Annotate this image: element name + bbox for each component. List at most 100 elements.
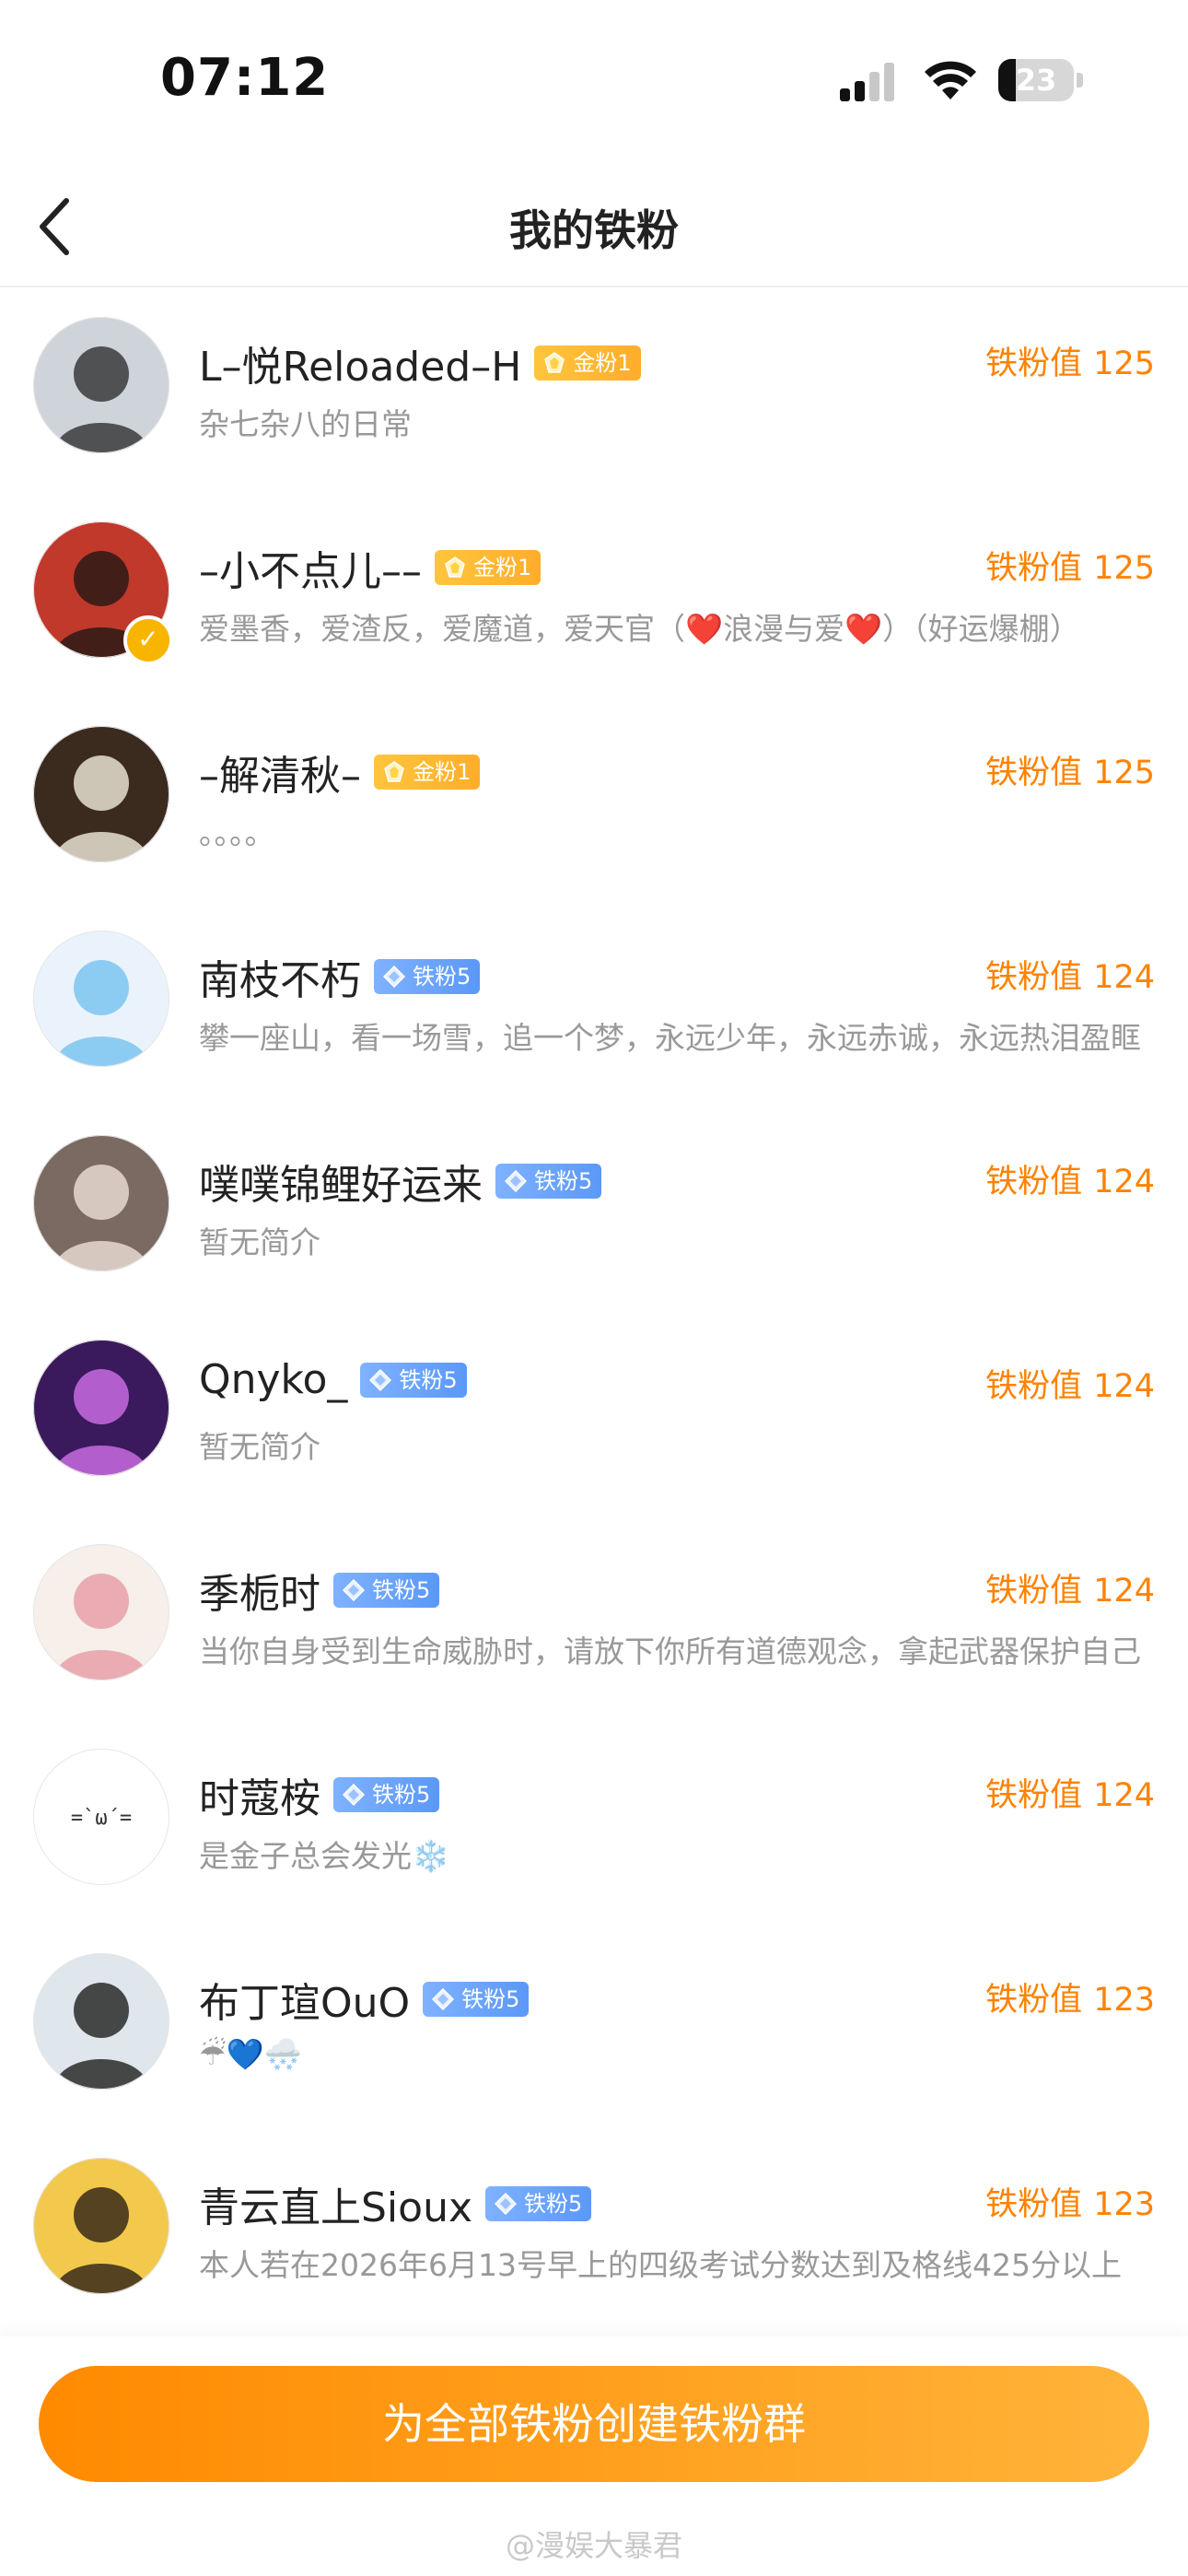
user-bio: 杂七杂八的日常 bbox=[199, 406, 412, 442]
fan-badge-label: 铁粉5 bbox=[534, 1168, 593, 1194]
fan-value: 铁粉值 125 bbox=[985, 542, 1155, 589]
iron-fan-badge: 铁粉5 bbox=[485, 2186, 592, 2221]
user-bio: 当你自身受到生命威胁时，请放下你所有道德观念，拿起武器保护自己 bbox=[199, 1633, 1141, 1669]
fan-badge-label: 铁粉5 bbox=[372, 1782, 431, 1808]
fan-value-number: 123 bbox=[1093, 2186, 1155, 2223]
fan-value-number: 125 bbox=[1093, 550, 1155, 587]
fan-list: L–悦Reloaded–H 金粉1 杂七杂八的日常 铁粉值 125 ✓ –小不点儿–– 金粉1… bbox=[0, 287, 1188, 2333]
fan-value-label: 铁粉值 bbox=[985, 755, 1083, 791]
diamond-icon bbox=[432, 1988, 455, 2010]
wifi-icon bbox=[924, 57, 977, 101]
fan-value-number: 124 bbox=[1093, 1368, 1155, 1405]
fan-badge-label: 铁粉5 bbox=[461, 1986, 520, 2012]
diamond-icon bbox=[343, 1784, 365, 1806]
fan-value-number: 124 bbox=[1093, 1164, 1155, 1200]
fan-value-label: 铁粉值 bbox=[985, 1982, 1083, 2019]
gold-fan-badge: 金粉1 bbox=[374, 755, 481, 790]
fan-list-item[interactable]: L–悦Reloaded–H 金粉1 杂七杂八的日常 铁粉值 125 bbox=[0, 287, 1188, 492]
iron-fan-badge: 铁粉5 bbox=[360, 1362, 467, 1398]
user-bio: ☔💙🌨️ bbox=[199, 2036, 302, 2072]
user-name: –解清秋– bbox=[199, 753, 361, 800]
user-name: L–悦Reloaded–H bbox=[199, 344, 522, 391]
fan-value-number: 123 bbox=[1093, 1982, 1155, 2019]
user-name-row: Qnyko_ 铁粉5 bbox=[199, 1356, 467, 1403]
user-bio: 暂无简介 bbox=[199, 1429, 320, 1465]
iron-fan-badge: 铁粉5 bbox=[374, 959, 481, 994]
fan-value: 铁粉值 123 bbox=[985, 1973, 1155, 2020]
fan-value: 铁粉值 124 bbox=[985, 1564, 1155, 1611]
user-bio: 是金子总会发光❄️ bbox=[199, 1838, 450, 1874]
create-fan-group-button[interactable]: 为全部铁粉创建铁粉群 bbox=[39, 2366, 1149, 2482]
iron-fan-badge: 铁粉5 bbox=[333, 1777, 440, 1812]
fan-value: 铁粉值 124 bbox=[985, 1360, 1155, 1407]
watermark: @漫娱大暴君 bbox=[505, 2528, 682, 2563]
fan-badge-label: 铁粉5 bbox=[413, 964, 472, 989]
iron-fan-badge: 铁粉5 bbox=[495, 1164, 602, 1199]
user-bio: 暂无简介 bbox=[199, 1224, 320, 1260]
fan-value: 铁粉值 124 bbox=[985, 1769, 1155, 1816]
user-name: 季栀时 bbox=[199, 1571, 320, 1618]
fan-badge-label: 铁粉5 bbox=[399, 1366, 458, 1393]
fan-list-item[interactable]: ✓ –小不点儿–– 金粉1 爱墨香，爱渣反，爱魔道，爱天官（❤️浪漫与爱❤️）（好运爆… bbox=[0, 492, 1188, 697]
fan-badge-label: 金粉1 bbox=[473, 555, 532, 580]
fan-value-label: 铁粉值 bbox=[985, 1368, 1083, 1405]
fan-value: 铁粉值 124 bbox=[985, 951, 1155, 998]
user-bio: 本人若在2026年6月13号早上的四级考试分数达到及格线425分以上 bbox=[199, 2247, 1122, 2283]
gold-fan-badge: 金粉1 bbox=[435, 550, 542, 585]
user-name: 南枝不朽 bbox=[199, 957, 361, 1004]
fan-value-number: 125 bbox=[1093, 345, 1155, 382]
fan-value: 铁粉值 125 bbox=[985, 746, 1155, 793]
status-time: 07:12 bbox=[160, 48, 330, 108]
verified-badge-icon: ✓ bbox=[123, 615, 173, 665]
fan-list-item[interactable]: –解清秋– 金粉1 。。。。 铁粉值 125 bbox=[0, 697, 1188, 901]
fan-list-item[interactable]: 南枝不朽 铁粉5 攀一座山，看一场雪，追一个梦，永远少年，永远赤诚，永远热泪盈眶 铁粉… bbox=[0, 901, 1188, 1106]
user-name: 布丁瑄OuO bbox=[199, 1980, 411, 2027]
fan-value-number: 124 bbox=[1093, 1573, 1155, 1610]
fan-value-label: 铁粉值 bbox=[985, 1777, 1083, 1814]
user-name-row: 噗噗锦鲤好运来 铁粉5 bbox=[199, 1152, 602, 1211]
fan-list-item[interactable]: =`ω´= 时蔻桉 铁粉5 是金子总会发光❄️ 铁粉值 124 bbox=[0, 1719, 1188, 1924]
fan-value-label: 铁粉值 bbox=[985, 1573, 1083, 1610]
diamond-icon bbox=[343, 1579, 365, 1601]
user-name-row: 青云直上Sioux 铁粉5 bbox=[199, 2174, 592, 2233]
gold-gem-icon bbox=[445, 556, 465, 578]
user-name-row: –小不点儿–– 金粉1 bbox=[199, 538, 542, 597]
diamond-icon bbox=[383, 966, 405, 988]
fan-value-label: 铁粉值 bbox=[985, 959, 1083, 996]
fan-value-number: 124 bbox=[1093, 1777, 1155, 1814]
iron-fan-badge: 铁粉5 bbox=[423, 1982, 530, 2017]
fan-value: 铁粉值 124 bbox=[985, 1155, 1155, 1202]
fan-value-label: 铁粉值 bbox=[985, 550, 1083, 587]
battery-percent: 23 bbox=[1015, 63, 1057, 98]
fan-value-label: 铁粉值 bbox=[985, 1164, 1083, 1200]
page-title: 我的铁粉 bbox=[509, 205, 679, 255]
fan-value-number: 125 bbox=[1093, 755, 1155, 791]
gold-gem-icon bbox=[384, 761, 404, 782]
user-name: –小不点儿–– bbox=[199, 548, 422, 595]
fan-list-item[interactable]: 噗噗锦鲤好运来 铁粉5 暂无简介 铁粉值 124 bbox=[0, 1106, 1188, 1310]
fan-value-label: 铁粉值 bbox=[985, 2186, 1083, 2223]
iron-fan-badge: 铁粉5 bbox=[333, 1573, 440, 1608]
fan-list-item[interactable]: 布丁瑄OuO 铁粉5 ☔💙🌨️ 铁粉值 123 bbox=[0, 1924, 1188, 2128]
user-name: Qnyko_ bbox=[199, 1356, 348, 1403]
gold-fan-badge: 金粉1 bbox=[534, 345, 641, 381]
user-name-row: 南枝不朽 铁粉5 bbox=[199, 947, 481, 1006]
user-name-row: 季栀时 铁粉5 bbox=[199, 1561, 440, 1620]
fan-value: 铁粉值 125 bbox=[985, 337, 1155, 384]
diamond-icon bbox=[505, 1170, 527, 1192]
fan-value: 铁粉值 123 bbox=[985, 2178, 1155, 2225]
nav-bar: 我的铁粉 bbox=[0, 166, 1188, 287]
user-name-row: 时蔻桉 铁粉5 bbox=[199, 1765, 440, 1824]
user-name: 青云直上Sioux bbox=[199, 2184, 472, 2231]
fan-list-item[interactable]: 青云直上Sioux 铁粉5 本人若在2026年6月13号早上的四级考试分数达到及格线… bbox=[0, 2128, 1188, 2333]
fan-list-item[interactable]: 季栀时 铁粉5 当你自身受到生命威胁时，请放下你所有道德观念，拿起武器保护自己 铁粉值… bbox=[0, 1515, 1188, 1719]
diamond-icon bbox=[495, 2193, 517, 2215]
status-bar: 07:12 23 bbox=[0, 0, 1188, 157]
user-name-row: L–悦Reloaded–H 金粉1 bbox=[199, 334, 641, 392]
user-name: 时蔻桉 bbox=[199, 1775, 320, 1822]
battery-icon: 23 bbox=[998, 59, 1083, 101]
user-name: 噗噗锦鲤好运来 bbox=[199, 1162, 483, 1209]
fan-value-number: 124 bbox=[1093, 959, 1155, 996]
fan-list-item[interactable]: Qnyko_ 铁粉5 暂无简介 铁粉值 124 bbox=[0, 1310, 1188, 1515]
cellular-signal-icon bbox=[840, 61, 904, 101]
